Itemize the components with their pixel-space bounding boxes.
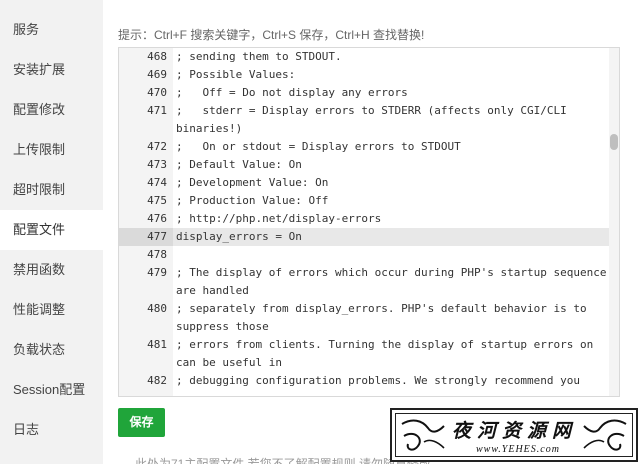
sidebar-item-disabled-functions[interactable]: 禁用函数 (0, 250, 103, 290)
ornament-right-icon (583, 419, 627, 451)
line-number: 469 (147, 68, 167, 81)
code-lines[interactable]: 468 ; sending them to STDOUT. 469 ; Poss… (119, 48, 609, 390)
sidebar-item-install-extension[interactable]: 安装扩展 (0, 50, 103, 90)
line-text[interactable]: ; stderr = Display errors to STDERR (aff… (173, 102, 609, 138)
sidebar-item-performance[interactable]: 性能调整 (0, 290, 103, 330)
sidebar-item-config-file[interactable]: 配置文件 (0, 210, 103, 250)
watermark: 夜河资源网 www.YEHES.com (390, 408, 638, 462)
line-text[interactable]: ; errors from clients. Turning the displ… (173, 336, 609, 372)
code-line[interactable]: 480 ; separately from display_errors. PH… (119, 300, 609, 336)
scrollbar-thumb[interactable] (610, 134, 618, 150)
line-number: 478 (147, 248, 167, 261)
ornament-left-icon (401, 419, 445, 451)
editor-scrollbar[interactable] (609, 48, 619, 396)
line-text[interactable]: ; Possible Values: (173, 66, 609, 84)
watermark-title: 夜河资源网 (452, 420, 578, 442)
line-text[interactable]: display_errors = On (173, 228, 609, 246)
code-line[interactable]: 482 ; debugging configuration problems. … (119, 372, 609, 390)
line-number: 470 (147, 86, 167, 99)
code-line[interactable]: 479 ; The display of errors which occur … (119, 264, 609, 300)
sidebar-item-log[interactable]: 日志 (0, 410, 103, 450)
sidebar-item-upload-limit[interactable]: 上传限制 (0, 130, 103, 170)
line-text[interactable]: ; Production Value: Off (173, 192, 609, 210)
line-number: 468 (147, 50, 167, 63)
line-number: 481 (147, 338, 167, 351)
code-line[interactable]: 471 ; stderr = Display errors to STDERR … (119, 102, 609, 138)
line-number: 480 (147, 302, 167, 315)
sidebar-item-config-modify[interactable]: 配置修改 (0, 90, 103, 130)
code-line[interactable]: 476 ; http://php.net/display-errors (119, 210, 609, 228)
main-panel: 提示：Ctrl+F 搜索关键字，Ctrl+S 保存，Ctrl+H 查找替换! 4… (103, 0, 641, 464)
line-text[interactable]: ; Off = Do not display any errors (173, 84, 609, 102)
code-line-active[interactable]: 477 display_errors = On (119, 228, 609, 246)
code-line[interactable]: 474 ; Development Value: On (119, 174, 609, 192)
line-number: 473 (147, 158, 167, 171)
line-number: 474 (147, 176, 167, 189)
sidebar-item-load-status[interactable]: 负载状态 (0, 330, 103, 370)
line-text[interactable]: ; separately from display_errors. PHP's … (173, 300, 609, 336)
watermark-url: www.YEHES.com (476, 444, 560, 455)
code-line[interactable]: 469 ; Possible Values: (119, 66, 609, 84)
code-line[interactable]: 470 ; Off = Do not display any errors (119, 84, 609, 102)
code-line[interactable]: 478 (119, 246, 609, 264)
line-text[interactable]: ; http://php.net/display-errors (173, 210, 609, 228)
line-number: 482 (147, 374, 167, 387)
line-number: 479 (147, 266, 167, 279)
line-text[interactable]: ; On or stdout = Display errors to STDOU… (173, 138, 609, 156)
sidebar-item-service[interactable]: 服务 (0, 10, 103, 50)
sidebar-item-session-config[interactable]: Session配置 (0, 370, 103, 410)
line-text[interactable] (173, 246, 609, 264)
sidebar-item-timeout-limit[interactable]: 超时限制 (0, 170, 103, 210)
code-line[interactable]: 473 ; Default Value: On (119, 156, 609, 174)
shortcut-tip: 提示：Ctrl+F 搜索关键字，Ctrl+S 保存，Ctrl+H 查找替换! (118, 28, 425, 42)
save-button[interactable]: 保存 (118, 408, 165, 437)
line-text[interactable]: ; The display of errors which occur duri… (173, 264, 609, 300)
line-text[interactable]: ; Default Value: On (173, 156, 609, 174)
code-editor[interactable]: 468 ; sending them to STDOUT. 469 ; Poss… (118, 47, 620, 397)
line-number: 475 (147, 194, 167, 207)
line-text[interactable]: ; sending them to STDOUT. (173, 48, 609, 66)
code-line[interactable]: 472 ; On or stdout = Display errors to S… (119, 138, 609, 156)
line-number: 476 (147, 212, 167, 225)
line-number: 472 (147, 140, 167, 153)
code-line[interactable]: 481 ; errors from clients. Turning the d… (119, 336, 609, 372)
sidebar: 服务 安装扩展 配置修改 上传限制 超时限制 配置文件 禁用函数 性能调整 负载… (0, 0, 103, 464)
code-line[interactable]: 475 ; Production Value: Off (119, 192, 609, 210)
line-text[interactable]: ; debugging configuration problems. We s… (173, 372, 609, 390)
line-number: 471 (147, 104, 167, 117)
line-number: 477 (119, 228, 173, 246)
line-text[interactable]: ; Development Value: On (173, 174, 609, 192)
code-line[interactable]: 468 ; sending them to STDOUT. (119, 48, 609, 66)
